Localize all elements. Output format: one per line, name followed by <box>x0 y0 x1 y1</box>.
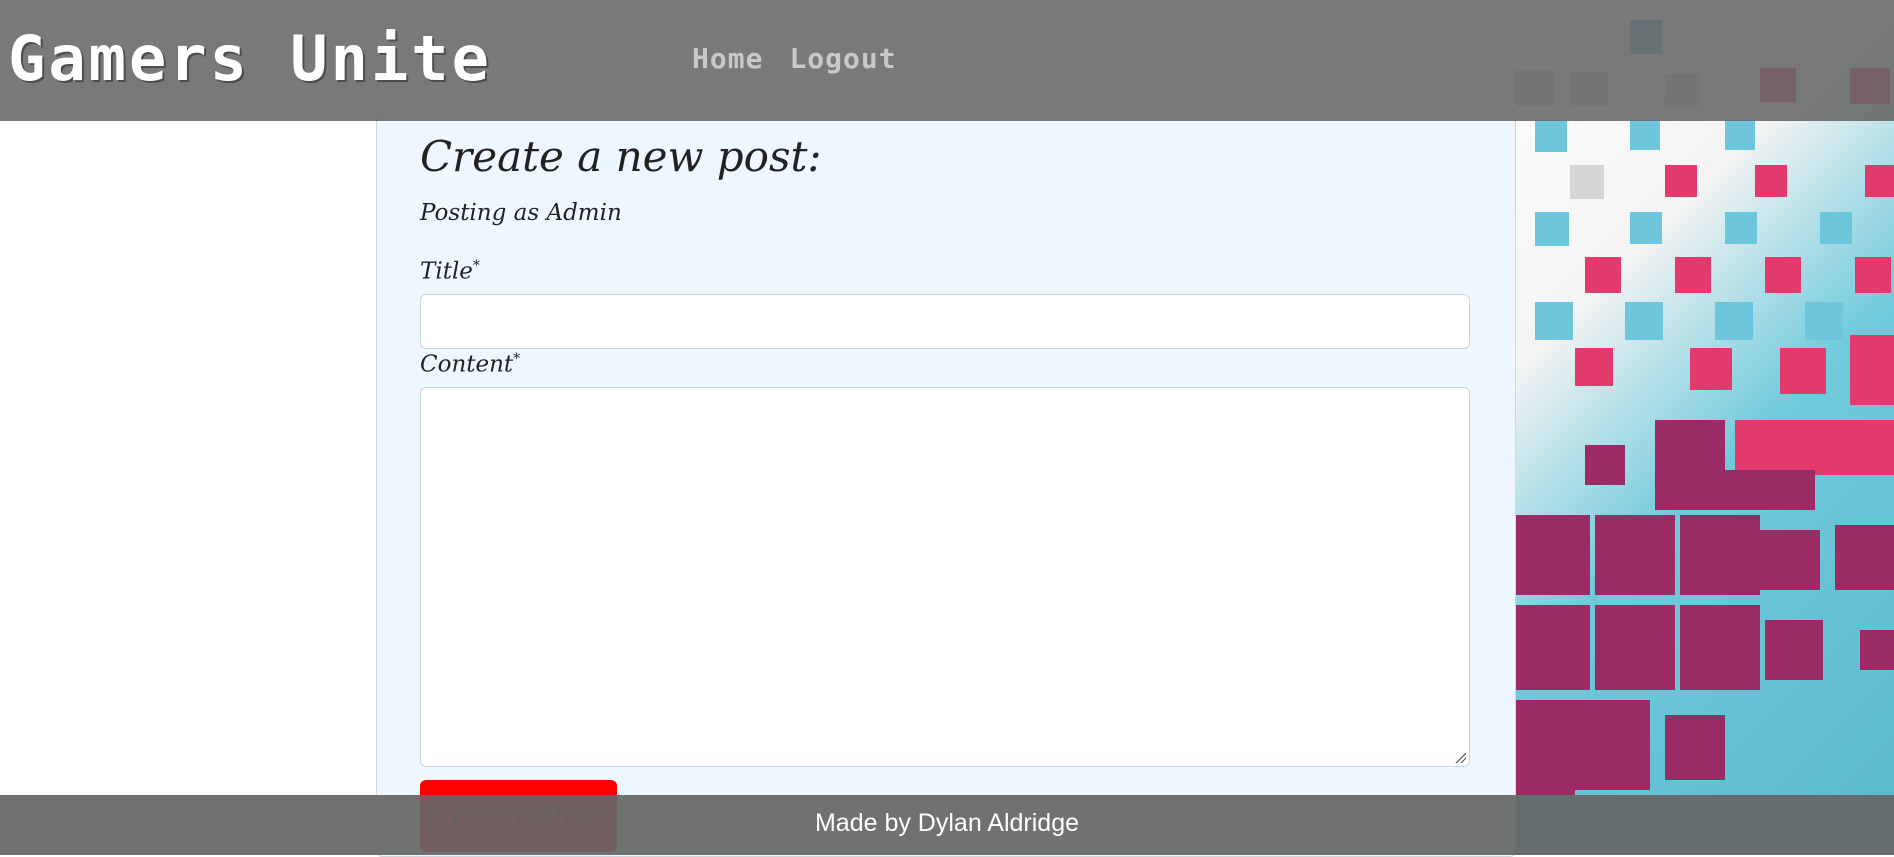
content-label: Content* <box>420 351 520 378</box>
title-label: Title* <box>420 258 480 285</box>
footer-credit: Made by Dylan Aldridge <box>814 809 1080 837</box>
content-textarea[interactable] <box>420 387 1470 767</box>
site-logo[interactable]: Gamers Unite <box>8 22 492 95</box>
resize-handle-icon[interactable] <box>1454 751 1466 763</box>
page-title: Create a new post: <box>420 132 822 181</box>
site-header: Gamers Unite Home Logout <box>0 0 1894 121</box>
main-nav: Home Logout <box>692 42 897 75</box>
content-label-text: Content <box>420 351 514 378</box>
site-footer: Made by Dylan Aldridge <box>0 795 1894 855</box>
required-marker: * <box>472 258 480 274</box>
title-label-text: Title <box>420 258 473 285</box>
nav-home-link[interactable]: Home <box>692 42 763 75</box>
nav-logout-link[interactable]: Logout <box>789 42 896 75</box>
new-post-form-card: Create a new post: Posting as Admin Titl… <box>376 109 1516 857</box>
background-pattern-image <box>1515 0 1894 855</box>
title-input[interactable] <box>420 294 1470 349</box>
posting-as-text: Posting as Admin <box>420 200 622 226</box>
required-marker: * <box>513 351 521 367</box>
